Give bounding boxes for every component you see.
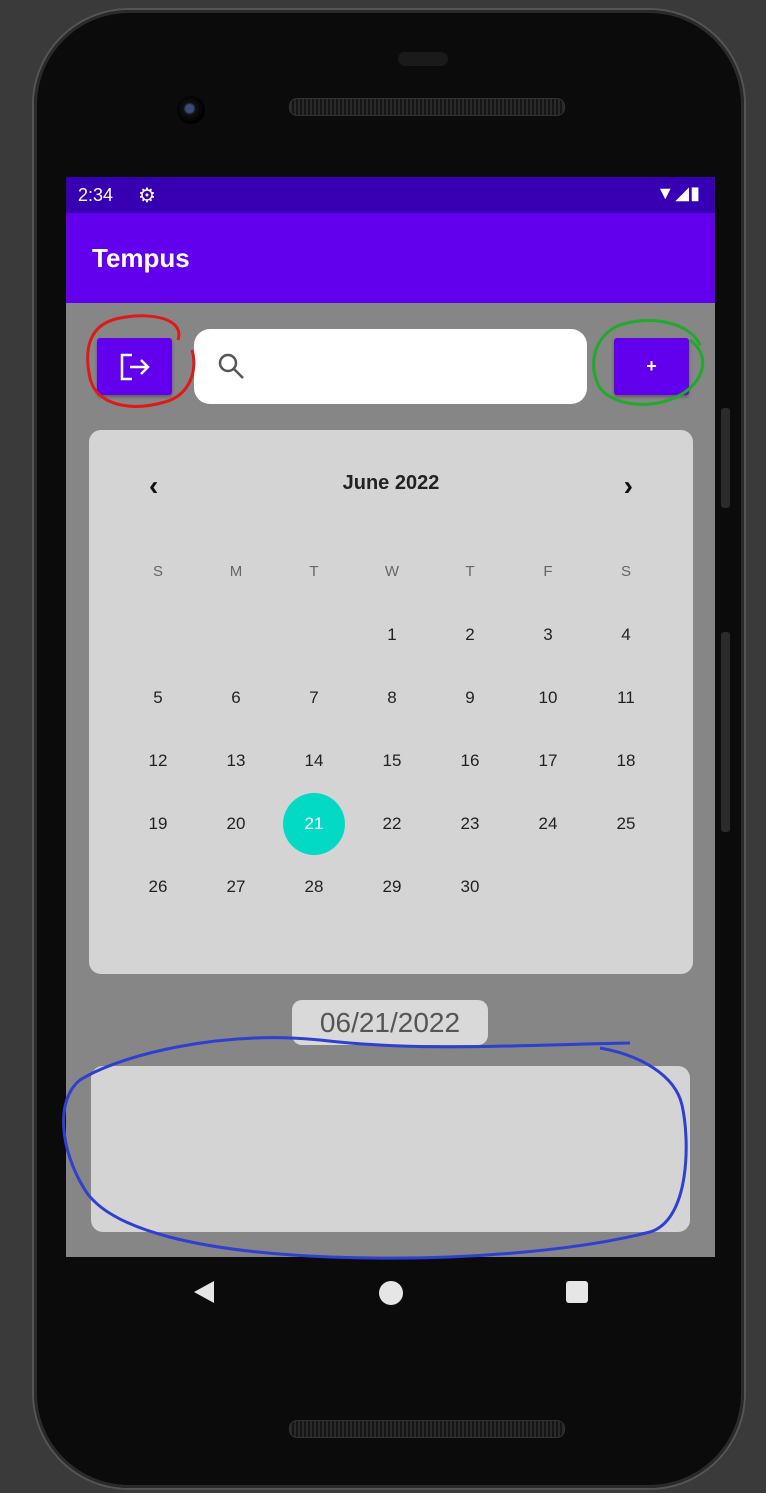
calendar-day[interactable]: 11 xyxy=(587,666,665,729)
calendar-day[interactable]: 4 xyxy=(587,603,665,666)
calendar-day xyxy=(197,603,275,666)
weekday-label: S xyxy=(620,562,631,580)
calendar-day[interactable]: 15 xyxy=(353,729,431,792)
calendar-day[interactable]: 17 xyxy=(509,729,587,792)
calendar-day xyxy=(275,603,353,666)
week-row: 5 6 7 8 9 10 11 xyxy=(119,666,665,729)
week-row: 26 27 28 29 30 xyxy=(119,855,665,918)
calendar-day[interactable]: 6 xyxy=(197,666,275,729)
calendar-day[interactable]: 3 xyxy=(509,603,587,666)
top-speaker-grille xyxy=(289,98,565,116)
calendar-day[interactable]: 10 xyxy=(509,666,587,729)
weekday-label: M xyxy=(229,562,243,580)
earpiece-slot xyxy=(398,52,448,66)
next-month-button[interactable]: › xyxy=(624,470,633,502)
calendar-day[interactable]: 18 xyxy=(587,729,665,792)
back-icon[interactable] xyxy=(194,1281,214,1303)
calendar-day[interactable]: 23 xyxy=(431,792,509,855)
calendar-day[interactable]: 2 xyxy=(431,603,509,666)
battery-icon: ▮ xyxy=(690,183,701,203)
add-button[interactable]: + xyxy=(614,338,689,395)
calendar-day xyxy=(587,855,665,918)
calendar-day[interactable]: 25 xyxy=(587,792,665,855)
status-bar: 2:34 ⚙ ▼◢▮ xyxy=(66,177,715,213)
calendar-day[interactable]: 28 xyxy=(275,855,353,918)
gear-icon: ⚙ xyxy=(138,185,156,207)
calendar-day[interactable]: 22 xyxy=(353,792,431,855)
search-input[interactable] xyxy=(194,329,587,404)
selected-date-label: 06/21/2022 xyxy=(292,1000,488,1045)
calendar-day xyxy=(509,855,587,918)
calendar-grid: S M T W T F S 1 2 3 4 5 6 7 8 9 10 11 12… xyxy=(119,540,665,918)
app-title: Tempus xyxy=(92,243,190,273)
calendar-day[interactable]: 27 xyxy=(197,855,275,918)
weekday-label: S xyxy=(152,562,163,580)
calendar-day[interactable]: 26 xyxy=(119,855,197,918)
calendar-day[interactable]: 30 xyxy=(431,855,509,918)
selected-day-label: 21 xyxy=(283,793,345,855)
logout-button[interactable] xyxy=(97,338,172,395)
week-row: 1 2 3 4 xyxy=(119,603,665,666)
weekday-label: T xyxy=(465,562,475,580)
calendar-day[interactable]: 9 xyxy=(431,666,509,729)
wifi-icon: ▼ xyxy=(656,183,676,203)
week-row: 19 20 21 22 23 24 25 xyxy=(119,792,665,855)
calendar-day-selected[interactable]: 21 xyxy=(275,792,353,855)
calendar-day[interactable]: 14 xyxy=(275,729,353,792)
search-icon xyxy=(218,353,244,379)
calendar-view: ‹ June 2022 › S M T W T F S 1 2 3 4 5 6 … xyxy=(89,430,693,974)
weekday-label: F xyxy=(543,562,553,580)
week-row: 12 13 14 15 16 17 18 xyxy=(119,729,665,792)
system-nav-bar xyxy=(66,1257,715,1337)
calendar-day xyxy=(119,603,197,666)
calendar-day[interactable]: 8 xyxy=(353,666,431,729)
calendar-day[interactable]: 13 xyxy=(197,729,275,792)
front-camera xyxy=(177,96,205,124)
calendar-header: ‹ June 2022 › xyxy=(89,470,693,502)
app-bar: Tempus xyxy=(66,213,715,303)
home-icon[interactable] xyxy=(379,1281,403,1305)
weekday-label: T xyxy=(309,562,319,580)
calendar-day[interactable]: 5 xyxy=(119,666,197,729)
calendar-day[interactable]: 29 xyxy=(353,855,431,918)
events-list[interactable] xyxy=(91,1066,690,1232)
weekday-row: S M T W T F S xyxy=(119,540,665,603)
logout-icon xyxy=(120,353,150,380)
status-time: 2:34 xyxy=(78,185,114,205)
bottom-speaker-grille xyxy=(289,1420,565,1438)
calendar-day[interactable]: 1 xyxy=(353,603,431,666)
calendar-day[interactable]: 20 xyxy=(197,792,275,855)
power-button xyxy=(721,408,730,508)
calendar-day[interactable]: 7 xyxy=(275,666,353,729)
calendar-day[interactable]: 24 xyxy=(509,792,587,855)
calendar-day[interactable]: 16 xyxy=(431,729,509,792)
weekday-label: W xyxy=(384,562,400,580)
calendar-day[interactable]: 12 xyxy=(119,729,197,792)
month-label: June 2022 xyxy=(342,472,440,494)
volume-button xyxy=(721,632,730,832)
recent-apps-icon[interactable] xyxy=(566,1281,588,1303)
signal-icon: ◢ xyxy=(675,183,691,203)
system-status-icons: ▼◢▮ xyxy=(656,183,701,204)
calendar-day[interactable]: 19 xyxy=(119,792,197,855)
app-screen: 2:34 ⚙ ▼◢▮ Tempus + ‹ June 2022 › S M T … xyxy=(66,177,715,1257)
